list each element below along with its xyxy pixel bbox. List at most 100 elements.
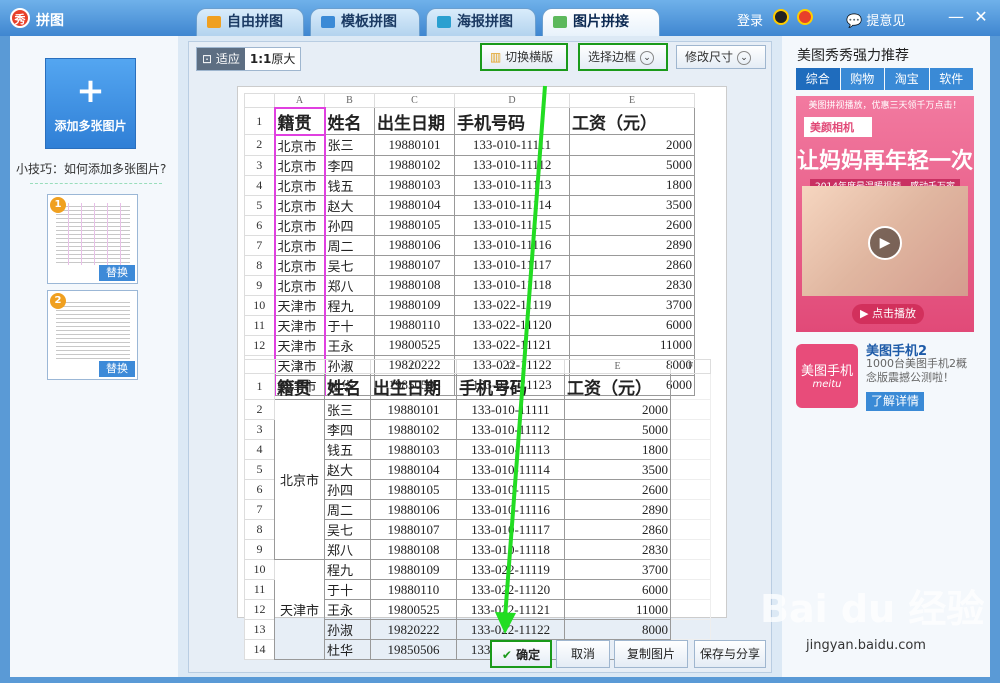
table-row: 9 北京市 郑八 19880108 133-010-11118 2830 (244, 274, 695, 296)
cell: 孙淑 (324, 619, 371, 640)
cell: 19880108 (374, 274, 455, 296)
cell: 133-022-11120 (454, 314, 570, 336)
row-header: 8 (244, 519, 275, 540)
cell: 133-022-11120 (456, 579, 565, 600)
weibo-icon[interactable] (797, 9, 813, 25)
recommend-title: 美图秀秀强力推荐 (797, 48, 909, 64)
merged-group-cell: 天津市 (274, 559, 325, 660)
switch-layout-button[interactable]: ▥ 切换横版 (480, 43, 568, 71)
title-bar: 秀 拼图 自由拼图 模板拼图 海报拼图 图片拼接 登录 💬 提意见 — ✕ (0, 0, 1000, 36)
login-link[interactable]: 登录 (737, 10, 763, 29)
thumbnail-1[interactable]: 1 替换 (47, 194, 138, 284)
table-row: 11 天津市 于十 19880110 133-022-11120 6000 (244, 314, 695, 336)
confirm-label: 确定 (516, 648, 541, 662)
ad-banner[interactable]: 美图拼视播放，优惠三天领千万点击！ 美颜相机 让妈妈再年轻一次 2014年度最温… (796, 96, 974, 332)
cell: 3500 (564, 459, 671, 480)
tab-image-stitch[interactable]: 图片拼接 (542, 8, 660, 36)
qq-icon[interactable] (773, 9, 789, 25)
cell: 133-010-11111 (456, 399, 565, 420)
column-header: F (670, 359, 711, 374)
layout-icon: ▥ (490, 50, 502, 64)
cell: 2830 (564, 539, 671, 560)
row-header: 7 (244, 499, 275, 520)
row-header: 10 (244, 559, 275, 580)
cell: 19880107 (370, 519, 457, 540)
switch-layout-label: 切换横版 (505, 50, 554, 64)
tab-taobao[interactable]: 淘宝 (885, 68, 929, 90)
row-header: 9 (244, 274, 275, 296)
ratio-label: 1:1 (249, 52, 272, 66)
tab-free-collage[interactable]: 自由拼图 (196, 8, 304, 36)
cell: 孙四 (324, 479, 371, 500)
header-cell: 籍贯 (273, 106, 326, 136)
recommend-tabs: 综合 购物 淘宝 软件 (796, 68, 974, 90)
minimize-button[interactable]: — (945, 7, 967, 27)
learn-more-button[interactable]: 了解详情 (866, 392, 924, 411)
cell: 3700 (564, 559, 671, 580)
cell: 北京市 (273, 254, 326, 276)
cell: 北京市 (273, 134, 326, 156)
cell: 133-010-11117 (456, 519, 565, 540)
cell: 北京市 (273, 154, 326, 176)
watermark: Bai du 经验 (760, 587, 985, 631)
row-header: 9 (244, 539, 275, 560)
play-button[interactable]: ▶ 点击播放 (852, 304, 924, 324)
tab-shopping[interactable]: 购物 (840, 68, 884, 90)
tab-poster-collage[interactable]: 海报拼图 (426, 8, 536, 36)
cell: 于十 (324, 314, 375, 336)
replace-button[interactable]: 替换 (99, 265, 135, 281)
merged-group-cell: 北京市 (274, 399, 325, 560)
cell: 19880101 (374, 134, 455, 156)
tab-template-collage[interactable]: 模板拼图 (310, 8, 420, 36)
tab-label: 模板拼图 (341, 14, 397, 30)
cell: 郑八 (324, 274, 375, 296)
cell: 2600 (564, 479, 671, 500)
phone-description: 1000台美图手机2概念版震撼公测啦！ (866, 357, 967, 384)
add-images-label: 添加多张图片 (54, 119, 127, 133)
cell: 133-010-11117 (454, 254, 570, 276)
confirm-button[interactable]: ✔ 确定 (490, 640, 552, 668)
ad-top-text: 美图拼视播放，优惠三天领千万点击！ (808, 101, 962, 111)
save-share-button[interactable]: 保存与分享 (694, 640, 766, 668)
tip-link[interactable]: 小技巧：如何添加多张图片? (16, 160, 166, 177)
cell: 6000 (564, 579, 671, 600)
tab-general[interactable]: 综合 (796, 68, 840, 90)
cancel-button[interactable]: 取消 (556, 640, 610, 668)
thumbnail-2[interactable]: 2 替换 (47, 290, 138, 380)
cell: 19880102 (374, 154, 455, 176)
cell: 天津市 (273, 294, 326, 316)
add-images-button[interactable]: + 添加多张图片 (45, 58, 136, 149)
close-button[interactable]: ✕ (970, 7, 992, 27)
play-icon[interactable]: ▶ (868, 226, 902, 260)
cell: 5000 (569, 154, 695, 176)
cell: 5000 (564, 419, 671, 440)
cell: 133-010-11118 (456, 539, 565, 560)
column-header: B (324, 359, 371, 374)
table-row: 3 北京市 李四 19880102 133-010-11112 5000 (244, 154, 695, 176)
tab-label: 海报拼图 (457, 14, 513, 30)
ad-headline: 让妈妈再年轻一次 (796, 149, 973, 174)
free-collage-icon (207, 16, 221, 28)
feedback-link[interactable]: 💬 提意见 (846, 10, 905, 29)
cell: 孙四 (324, 214, 375, 236)
copy-image-button[interactable]: 复制图片 (614, 640, 688, 668)
cell: 19880109 (374, 294, 455, 316)
table-row: 6 北京市 孙四 19880105 133-010-11115 2600 (244, 214, 695, 236)
table-row: 12 天津市 王永 19800525 133-022-11121 11000 (244, 334, 695, 356)
fit-button[interactable]: ⊡ 适应 (197, 48, 245, 70)
phone-ad-image[interactable]: 美图手机 meitu (796, 344, 858, 408)
app-logo: 秀 (10, 8, 30, 28)
row-header: 7 (244, 234, 275, 256)
select-border-button[interactable]: 选择边框 ⌄ (578, 43, 668, 71)
table-row: 2 北京市 张三 19880101 133-010-11111 2000 (244, 399, 711, 560)
thumbnail-number: 2 (50, 293, 66, 309)
original-size-button[interactable]: 1:1原大 (245, 48, 301, 70)
replace-button[interactable]: 替换 (99, 361, 135, 377)
chevron-down-icon: ⌄ (737, 50, 752, 65)
cell: 1800 (564, 439, 671, 460)
cell: 天津市 (273, 334, 326, 356)
tab-software[interactable]: 软件 (929, 68, 973, 90)
cell: 19880108 (370, 539, 457, 560)
cell: 133-010-11114 (456, 459, 565, 480)
resize-button[interactable]: 修改尺寸 ⌄ (676, 45, 766, 69)
